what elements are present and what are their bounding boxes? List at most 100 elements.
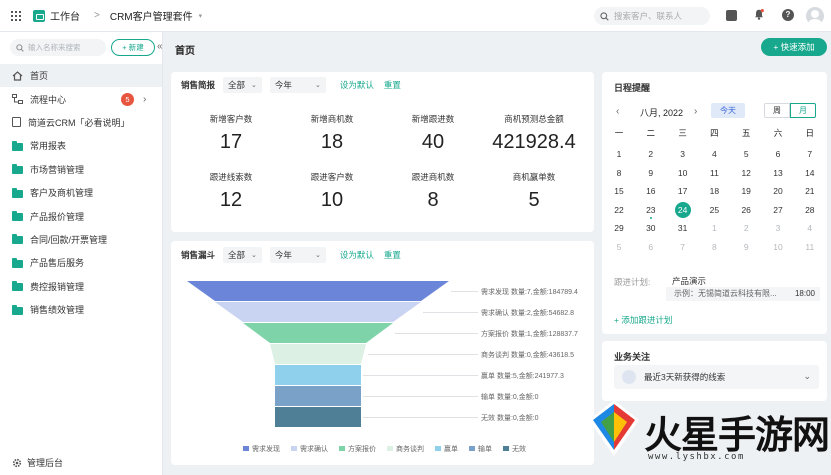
legend-label[interactable]: 需求发现	[252, 444, 280, 453]
admin-console-link[interactable]: 管理后台	[12, 456, 63, 469]
chevron-right-icon[interactable]: ›	[143, 94, 146, 105]
sidebar-item[interactable]: 首页	[0, 64, 162, 88]
calendar-day[interactable]: 26	[736, 201, 756, 219]
help-icon[interactable]: ?	[782, 9, 794, 21]
calendar-day[interactable]: 9	[641, 164, 661, 182]
calendar-day[interactable]: 22	[609, 201, 629, 219]
calendar-day[interactable]: 17	[673, 182, 693, 200]
calendar-day[interactable]: 20	[768, 182, 788, 200]
calendar-day[interactable]: 5	[609, 238, 629, 256]
funnel-stage[interactable]	[187, 281, 449, 301]
global-search-input[interactable]: 搜索客户、联系人	[594, 7, 710, 25]
calendar-day[interactable]: 18	[704, 182, 724, 200]
business-focus-card: 业务关注 最近3天新获得的线索 ⌄	[602, 341, 827, 401]
legend-label[interactable]: 赢单	[444, 444, 458, 453]
funnel-stage[interactable]	[275, 407, 361, 427]
calendar-day[interactable]: 11	[800, 238, 820, 256]
briefing-reset-link[interactable]: 重置	[384, 79, 401, 91]
calendar-day[interactable]: 14	[800, 164, 820, 182]
next-month-icon[interactable]: ›	[694, 106, 697, 117]
briefing-scope-select[interactable]: 全部 ⌄	[223, 77, 262, 93]
weekday-header: 五	[741, 128, 751, 138]
funnel-stage[interactable]	[275, 386, 361, 406]
calendar-day[interactable]: 1	[609, 145, 629, 163]
calendar-day[interactable]: 30	[641, 219, 661, 237]
calendar-day[interactable]: 29	[609, 219, 629, 237]
calendar-day[interactable]: 23	[641, 201, 661, 219]
sidebar-item[interactable]: 合同/回款/开票管理	[0, 228, 162, 251]
calendar-day[interactable]: 7	[800, 145, 820, 163]
chevron-down-icon[interactable]: ⌄	[803, 371, 811, 382]
calendar-day[interactable]: 2	[641, 145, 661, 163]
legend-label[interactable]: 输单	[478, 444, 492, 453]
funnel-stage[interactable]	[275, 365, 361, 385]
calendar-day[interactable]: 8	[609, 164, 629, 182]
notification-bell-icon[interactable]	[754, 9, 764, 20]
sidebar-item[interactable]: 简道云CRM「必看说明」	[0, 111, 162, 134]
calendar-day[interactable]: 10	[673, 164, 693, 182]
prev-month-icon[interactable]: ‹	[616, 106, 619, 117]
new-button[interactable]: + 新建	[111, 39, 155, 56]
app-switch-caret-icon[interactable]: ▾	[199, 12, 203, 20]
calendar-day[interactable]: 3	[768, 219, 788, 237]
briefing-set-default-link[interactable]: 设为默认	[340, 79, 374, 91]
legend-label[interactable]: 需求确认	[300, 444, 328, 453]
funnel-stage[interactable]	[243, 323, 393, 343]
calendar-day[interactable]: 24	[673, 201, 693, 219]
calendar-day[interactable]: 1	[704, 219, 724, 237]
sidebar-item[interactable]: 客户及商机管理	[0, 181, 162, 204]
calendar-day[interactable]: 2	[736, 219, 756, 237]
calendar-day[interactable]: 12	[736, 164, 756, 182]
calendar-day[interactable]: 27	[768, 201, 788, 219]
funnel-stage[interactable]	[270, 344, 366, 364]
sidebar-item[interactable]: 费控报销管理	[0, 275, 162, 298]
calendar-day[interactable]: 8	[704, 238, 724, 256]
calendar-day[interactable]: 21	[800, 182, 820, 200]
calendar-day[interactable]: 7	[673, 238, 693, 256]
chevron-down-icon: ⌄	[315, 82, 321, 89]
legend-label[interactable]: 方案报价	[348, 444, 376, 453]
calendar-day[interactable]: 4	[800, 219, 820, 237]
view-month-button[interactable]: 月	[790, 103, 816, 118]
briefing-period-select[interactable]: 今年 ⌄	[269, 77, 326, 93]
folder-icon	[12, 257, 23, 268]
workspace-link[interactable]: 工作台	[50, 8, 80, 23]
kpi-value: 17	[219, 131, 243, 153]
collapse-sidebar-icon[interactable]: «	[157, 41, 163, 52]
view-week-button[interactable]: 周	[764, 103, 790, 118]
calendar-day[interactable]: 28	[800, 201, 820, 219]
sidebar-item[interactable]: 产品售后服务	[0, 251, 162, 274]
sidebar-item[interactable]: 销售绩效管理	[0, 298, 162, 321]
legend-label[interactable]: 商务谈判	[396, 444, 424, 453]
calendar-day[interactable]: 11	[704, 164, 724, 182]
calendar-day[interactable]: 25	[704, 201, 724, 219]
calendar-day[interactable]: 19	[736, 182, 756, 200]
calendar-day[interactable]: 13	[768, 164, 788, 182]
sidebar-item[interactable]: 流程中心 5 ›	[0, 87, 162, 110]
user-avatar[interactable]	[806, 7, 824, 25]
sidebar-item[interactable]: 市场营销管理	[0, 158, 162, 181]
add-follow-up-plan-link[interactable]: + 添加跟进计划	[614, 314, 672, 326]
tablet-icon[interactable]	[726, 10, 737, 21]
recent-leads-item[interactable]: 最近3天新获得的线索 ⌄	[614, 365, 819, 389]
sidebar-search-input[interactable]: 输入名称来搜索	[10, 39, 106, 56]
calendar-day[interactable]: 16	[641, 182, 661, 200]
calendar-day[interactable]: 9	[736, 238, 756, 256]
app-name[interactable]: CRM客户管理套件	[110, 8, 193, 23]
calendar-day[interactable]: 3	[673, 145, 693, 163]
calendar-day[interactable]: 6	[641, 238, 661, 256]
quick-add-button[interactable]: + 快速添加	[761, 38, 827, 56]
sidebar-item[interactable]: 产品报价管理	[0, 204, 162, 227]
follow-up-plan-title[interactable]: 产品演示	[672, 275, 706, 287]
calendar-day[interactable]: 31	[673, 219, 693, 237]
calendar-day[interactable]: 5	[736, 145, 756, 163]
calendar-day[interactable]: 4	[704, 145, 724, 163]
calendar-day[interactable]: 15	[609, 182, 629, 200]
funnel-stage[interactable]	[215, 302, 421, 322]
calendar-day[interactable]: 10	[768, 238, 788, 256]
today-button[interactable]: 今天	[711, 103, 745, 118]
sidebar-item[interactable]: 常用报表	[0, 134, 162, 157]
legend-label[interactable]: 无效	[512, 444, 526, 453]
apps-grid-icon[interactable]	[11, 10, 21, 21]
calendar-day[interactable]: 6	[768, 145, 788, 163]
